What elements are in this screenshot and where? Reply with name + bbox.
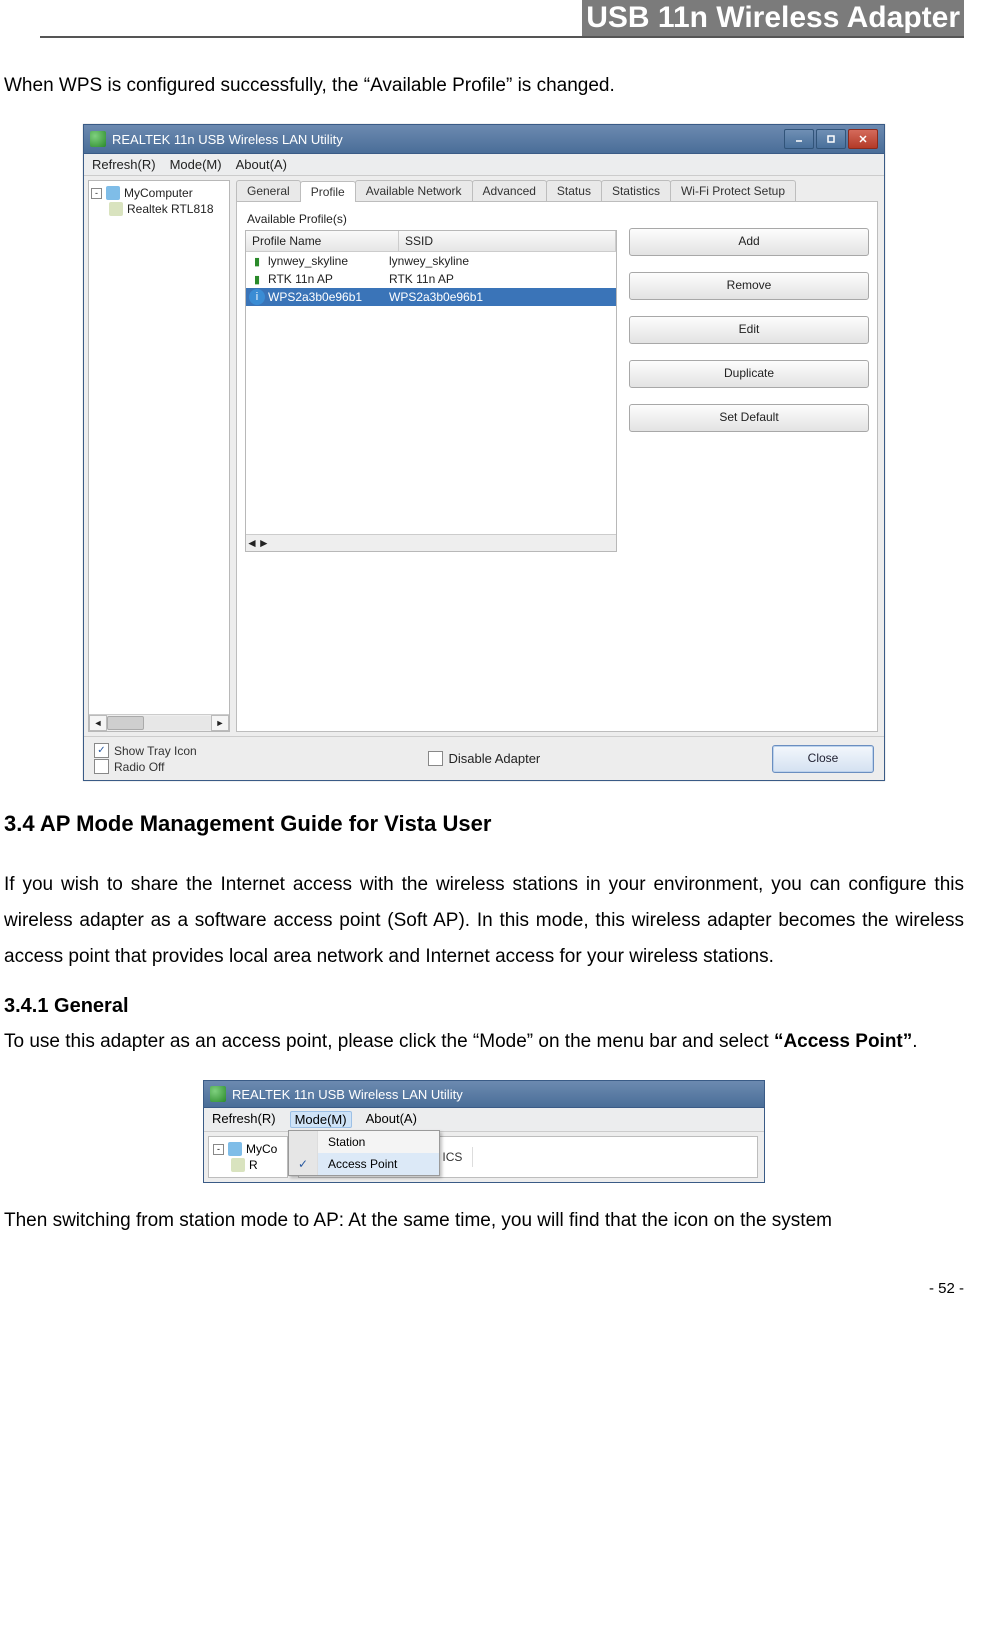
tab-status[interactable]: Status bbox=[546, 180, 602, 201]
tree-root-label: MyCo bbox=[246, 1142, 277, 1156]
section-heading: 3.4 AP Mode Management Guide for Vista U… bbox=[4, 811, 964, 837]
tab-profile[interactable]: Profile bbox=[300, 181, 356, 202]
menu-bar: Refresh(R) Mode(M) About(A) Station ✓ Ac… bbox=[204, 1108, 764, 1132]
mode-station-label: Station bbox=[318, 1135, 439, 1149]
trailing-paragraph: Then switching from station mode to AP: … bbox=[4, 1203, 964, 1239]
check-icon: ✓ bbox=[289, 1153, 318, 1175]
window-titlebar[interactable]: REALTEK 11n USB Wireless LAN Utility bbox=[204, 1081, 764, 1108]
checkbox-icon: ✓ bbox=[94, 743, 109, 758]
tree-child-label: R bbox=[249, 1158, 258, 1172]
menu-mode-open[interactable]: Mode(M) bbox=[290, 1111, 352, 1128]
profile-row-selected[interactable]: i WPS2a3b0e96b1 WPS2a3b0e96b1 bbox=[246, 288, 616, 306]
computer-icon bbox=[106, 186, 120, 200]
col-profile-name[interactable]: Profile Name bbox=[246, 231, 399, 251]
menu-mode[interactable]: Mode(M) bbox=[170, 157, 222, 172]
tab-available-network[interactable]: Available Network bbox=[355, 180, 473, 201]
close-window-button[interactable] bbox=[848, 129, 878, 149]
tree-root-label: MyComputer bbox=[124, 186, 193, 200]
tab-content: Available Profile(s) Profile Name SSID ▮… bbox=[236, 201, 878, 732]
tree-child-node[interactable]: Realtek RTL818 bbox=[91, 201, 227, 217]
ssid-cell: WPS2a3b0e96b1 bbox=[389, 290, 616, 304]
page-number: - 52 - bbox=[4, 1280, 964, 1297]
scroll-right-icon[interactable]: ► bbox=[211, 715, 229, 731]
menu-bar: Refresh(R) Mode(M) About(A) bbox=[84, 154, 884, 176]
device-tree-stub: - MyCo R bbox=[208, 1136, 288, 1178]
device-tree-pane: - MyComputer Realtek RTL818 ◄ ► bbox=[88, 180, 230, 732]
tab-bar: General Profile Available Network Advanc… bbox=[236, 180, 878, 201]
profile-name-cell: WPS2a3b0e96b1 bbox=[268, 290, 389, 304]
mode-ap-label: Access Point bbox=[318, 1157, 439, 1171]
tree-root-node[interactable]: - MyComputer bbox=[91, 185, 227, 201]
check-icon bbox=[289, 1131, 318, 1153]
ssid-cell: lynwey_skyline bbox=[389, 254, 616, 268]
scroll-thumb[interactable] bbox=[107, 716, 144, 730]
col-ssid[interactable]: SSID bbox=[399, 231, 616, 251]
subsection-heading: 3.4.1 General bbox=[4, 995, 964, 1018]
section-body: If you wish to share the Internet access… bbox=[4, 867, 964, 975]
mode-dropdown: Station ✓ Access Point bbox=[288, 1130, 440, 1176]
mode-menu-window: REALTEK 11n USB Wireless LAN Utility Ref… bbox=[203, 1080, 765, 1183]
set-default-button[interactable]: Set Default bbox=[629, 404, 869, 432]
tab-advanced[interactable]: Advanced bbox=[472, 180, 547, 201]
adapter-icon bbox=[231, 1158, 245, 1172]
subsection-body: To use this adapter as an access point, … bbox=[4, 1024, 964, 1060]
tree-child-label: Realtek RTL818 bbox=[127, 202, 214, 216]
checkbox-icon bbox=[428, 751, 443, 766]
available-profiles-label: Available Profile(s) bbox=[247, 212, 617, 226]
profile-row[interactable]: ▮ lynwey_skyline lynwey_skyline bbox=[246, 252, 616, 270]
scroll-left-icon[interactable]: ◄ bbox=[246, 536, 258, 550]
tree-hscrollbar[interactable]: ◄ ► bbox=[89, 714, 229, 731]
menu-about[interactable]: About(A) bbox=[236, 157, 287, 172]
radio-off-checkbox[interactable]: Radio Off bbox=[94, 759, 197, 774]
profile-list: Profile Name SSID ▮ lynwey_skyline lynwe… bbox=[245, 230, 617, 552]
duplicate-button[interactable]: Duplicate bbox=[629, 360, 869, 388]
ssid-cell: RTK 11n AP bbox=[389, 272, 616, 286]
doc-header-title: USB 11n Wireless Adapter bbox=[582, 0, 964, 36]
adapter-icon bbox=[109, 202, 123, 216]
menu-refresh[interactable]: Refresh(R) bbox=[212, 1111, 276, 1128]
tab-statistics[interactable]: Statistics bbox=[601, 180, 671, 201]
app-icon bbox=[210, 1086, 226, 1102]
tree-collapse-icon[interactable]: - bbox=[91, 188, 102, 199]
profile-row[interactable]: ▮ RTK 11n AP RTK 11n AP bbox=[246, 270, 616, 288]
window-title: REALTEK 11n USB Wireless LAN Utility bbox=[232, 1087, 463, 1102]
profile-name-cell: RTK 11n AP bbox=[268, 272, 389, 286]
maximize-button[interactable] bbox=[816, 129, 846, 149]
computer-icon bbox=[228, 1142, 242, 1156]
close-button[interactable]: Close bbox=[772, 745, 874, 773]
remove-button[interactable]: Remove bbox=[629, 272, 869, 300]
show-tray-label: Show Tray Icon bbox=[114, 744, 197, 758]
mode-option-access-point[interactable]: ✓ Access Point bbox=[289, 1153, 439, 1175]
mode-option-station[interactable]: Station bbox=[289, 1131, 439, 1153]
disable-adapter-checkbox[interactable]: Disable Adapter bbox=[428, 751, 540, 766]
signal-icon: ▮ bbox=[249, 253, 265, 269]
show-tray-checkbox[interactable]: ✓ Show Tray Icon bbox=[94, 743, 197, 758]
edit-button[interactable]: Edit bbox=[629, 316, 869, 344]
radio-off-label: Radio Off bbox=[114, 760, 164, 774]
signal-icon: ▮ bbox=[249, 271, 265, 287]
window-title: REALTEK 11n USB Wireless LAN Utility bbox=[112, 132, 343, 147]
menu-refresh[interactable]: Refresh(R) bbox=[92, 157, 156, 172]
app-icon bbox=[90, 131, 106, 147]
menu-about[interactable]: About(A) bbox=[366, 1111, 417, 1128]
minimize-button[interactable] bbox=[784, 129, 814, 149]
info-icon: i bbox=[249, 289, 265, 305]
profile-hscrollbar[interactable]: ◄ ► bbox=[246, 534, 616, 551]
window-titlebar[interactable]: REALTEK 11n USB Wireless LAN Utility bbox=[84, 125, 884, 154]
tab-wps[interactable]: Wi-Fi Protect Setup bbox=[670, 180, 796, 201]
scroll-left-icon[interactable]: ◄ bbox=[89, 715, 107, 731]
tree-collapse-icon[interactable]: - bbox=[213, 1144, 224, 1155]
intro-paragraph: When WPS is configured successfully, the… bbox=[4, 68, 964, 104]
bottom-bar: ✓ Show Tray Icon Radio Off Disable Adapt… bbox=[84, 736, 884, 780]
add-button[interactable]: Add bbox=[629, 228, 869, 256]
scroll-right-icon[interactable]: ► bbox=[258, 536, 270, 550]
tab-general[interactable]: General bbox=[236, 180, 301, 201]
profile-name-cell: lynwey_skyline bbox=[268, 254, 389, 268]
disable-adapter-label: Disable Adapter bbox=[448, 751, 540, 766]
checkbox-icon bbox=[94, 759, 109, 774]
utility-window: REALTEK 11n USB Wireless LAN Utility Ref… bbox=[83, 124, 885, 781]
